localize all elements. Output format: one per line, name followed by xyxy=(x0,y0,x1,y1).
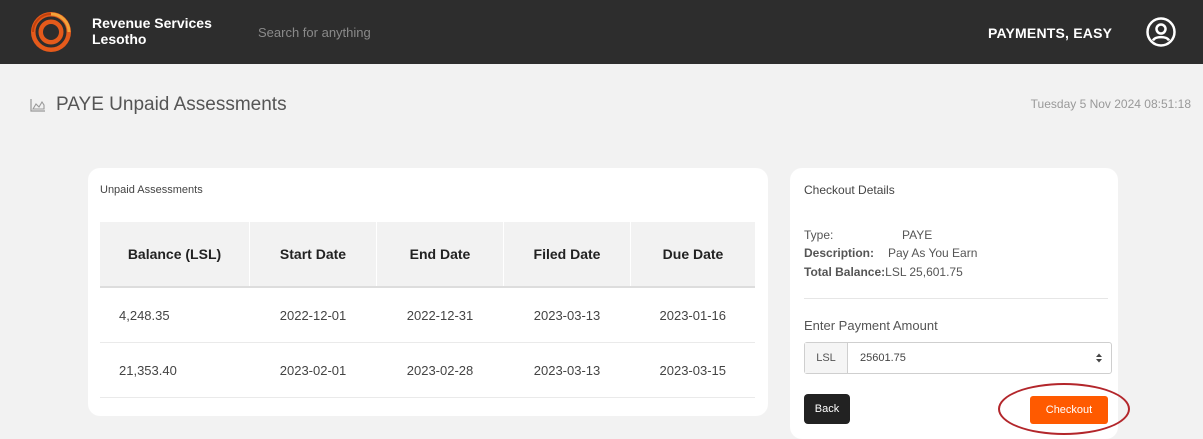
detail-total-balance: Total Balance:LSL 25,601.75 xyxy=(804,265,963,279)
start-date-cell: 2023-02-01 xyxy=(249,342,377,398)
search-input[interactable] xyxy=(258,22,498,42)
description-label: Description: xyxy=(804,246,875,260)
number-stepper[interactable] xyxy=(1087,343,1111,373)
top-navbar: Revenue Services Lesotho PAYMENTS, EASY xyxy=(0,0,1203,64)
description-value: Pay As You Earn xyxy=(888,246,978,260)
column-header-balance[interactable]: Balance (LSL) xyxy=(100,222,250,288)
back-button[interactable]: Back xyxy=(804,394,850,424)
filed-date-cell: 2023-03-13 xyxy=(503,287,631,343)
table-row[interactable]: 4,248.35 2022-12-01 2022-12-31 2023-03-1… xyxy=(100,287,755,343)
brand-line-2: Lesotho xyxy=(92,31,147,47)
payment-amount-input[interactable] xyxy=(848,343,1087,373)
column-header-end-date[interactable]: End Date xyxy=(376,222,504,288)
slogan: PAYMENTS, EASY xyxy=(988,25,1113,41)
brand-line-1: Revenue Services xyxy=(92,15,212,31)
rsl-logo[interactable] xyxy=(30,11,72,53)
unpaid-assessments-card: Unpaid Assessments Balance (LSL) Start D… xyxy=(88,168,768,416)
start-date-cell: 2022-12-01 xyxy=(249,287,377,343)
detail-description: Description: Pay As You Earn xyxy=(804,246,977,260)
column-header-start-date[interactable]: Start Date xyxy=(249,222,377,288)
total-balance-value: LSL 25,601.75 xyxy=(885,265,963,279)
current-datetime: Tuesday 5 Nov 2024 08:51:18 xyxy=(1030,97,1191,111)
checkout-details-card: Checkout Details Type: PAYE Description: P… xyxy=(790,168,1118,439)
payment-amount-label: Enter Payment Amount xyxy=(804,318,938,333)
page-header: PAYE Unpaid Assessments xyxy=(30,94,287,116)
checkout-button[interactable]: Checkout xyxy=(1030,396,1108,424)
column-header-due-date[interactable]: Due Date xyxy=(630,222,755,288)
currency-addon: LSL xyxy=(805,343,848,373)
card-title: Checkout Details xyxy=(804,183,895,197)
total-balance-label: Total Balance: xyxy=(804,265,886,279)
divider xyxy=(804,298,1108,299)
table-header-row: Balance (LSL) Start Date End Date Filed … xyxy=(100,222,755,288)
filed-date-cell: 2023-03-13 xyxy=(503,342,631,398)
end-date-cell: 2022-12-31 xyxy=(376,287,504,343)
card-title: Unpaid Assessments xyxy=(100,184,203,196)
table-row[interactable]: 21,353.40 2023-02-01 2023-02-28 2023-03-… xyxy=(100,342,755,398)
stepper-arrows-icon[interactable] xyxy=(1095,352,1103,364)
payment-amount-group: LSL xyxy=(804,342,1112,374)
due-date-cell: 2023-03-15 xyxy=(630,342,755,398)
assessments-table: Balance (LSL) Start Date End Date Filed … xyxy=(100,222,755,398)
balance-cell: 21,353.40 xyxy=(100,342,250,398)
end-date-cell: 2023-02-28 xyxy=(376,342,504,398)
area-chart-icon xyxy=(30,99,45,112)
detail-type: Type: PAYE xyxy=(804,228,932,242)
column-header-filed-date[interactable]: Filed Date xyxy=(503,222,631,288)
due-date-cell: 2023-01-16 xyxy=(630,287,755,343)
balance-cell: 4,248.35 xyxy=(100,287,250,343)
user-circle-icon[interactable] xyxy=(1145,16,1177,48)
type-label: Type: xyxy=(804,228,834,242)
page-title: PAYE Unpaid Assessments xyxy=(56,94,287,115)
type-value: PAYE xyxy=(902,228,933,242)
brand-name: Revenue Services Lesotho xyxy=(92,15,212,47)
